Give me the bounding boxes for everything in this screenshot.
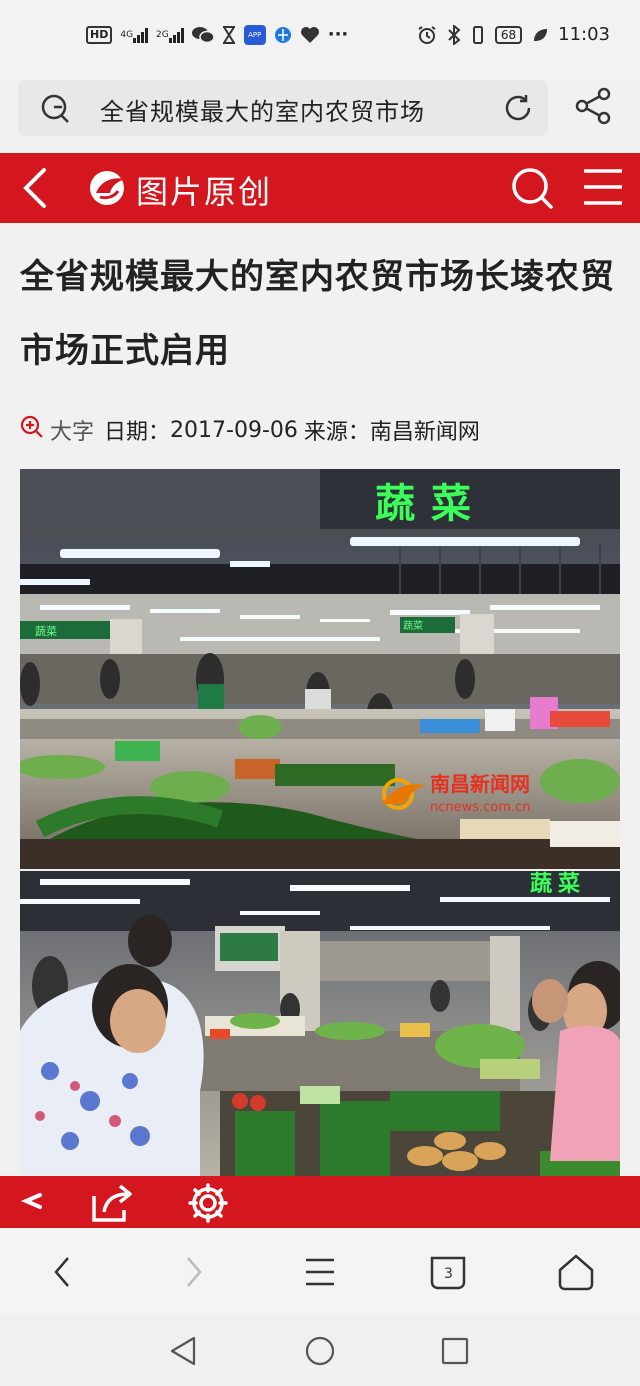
source-value: 南昌新闻网 <box>369 420 480 445</box>
vibrate-icon <box>471 25 485 45</box>
status-left-icons: HD 4G 2G APP ··· <box>86 24 348 45</box>
browser-icon <box>274 26 292 44</box>
back-arrow-icon[interactable] <box>18 167 52 213</box>
menu-icon[interactable] <box>582 167 624 211</box>
search-icon[interactable] <box>510 166 554 214</box>
heart-icon <box>300 26 320 44</box>
app-icon: APP <box>243 24 266 45</box>
signal-2g-icon: 2G <box>156 27 184 43</box>
svg-text:3: 3 <box>444 1266 453 1282</box>
hd-icon: HD <box>86 25 113 44</box>
font-size-toggle[interactable]: 大字 <box>50 414 94 446</box>
photo-watermark-en: ncnews.com.cn <box>430 800 530 815</box>
site-header: 图片原创 <box>0 153 640 223</box>
system-recents-icon[interactable] <box>440 1334 470 1372</box>
browser-nav-bar: 3 <box>0 1228 640 1314</box>
toolbar-settings-icon[interactable] <box>186 1182 230 1228</box>
article-photo-2[interactable]: 蔬菜 <box>20 871 620 1176</box>
system-home-icon[interactable] <box>304 1334 336 1372</box>
leaf-icon <box>532 27 548 43</box>
browser-menu-icon[interactable] <box>304 1252 336 1296</box>
alarm-icon <box>417 25 437 45</box>
reload-icon[interactable] <box>502 92 534 128</box>
photo1-sign-small: 蔬菜 <box>35 625 57 638</box>
header-title: 图片原创 <box>136 173 273 211</box>
browser-home-icon[interactable] <box>556 1252 596 1296</box>
browser-tabs-icon[interactable]: 3 <box>428 1252 468 1296</box>
address-bar[interactable]: 全省规模最大的室内农贸市场 <box>18 80 548 136</box>
status-bar: HD 4G 2G APP ··· 68 11:03 <box>0 0 640 78</box>
source-label: 来源： <box>303 420 370 445</box>
toolbar-share-icon[interactable] <box>90 1182 134 1228</box>
photo-watermark-cn: 南昌新闻网 <box>430 772 530 796</box>
photo1-sign: 蔬菜 <box>375 481 487 527</box>
browser-back-icon[interactable] <box>48 1252 78 1296</box>
system-back-icon[interactable] <box>168 1334 198 1372</box>
article-toolbar <box>0 1176 640 1228</box>
share-icon[interactable] <box>574 86 614 130</box>
date-label: 日期： <box>104 420 171 445</box>
clock: 11:03 <box>558 24 610 45</box>
brand-logo-icon <box>88 169 130 211</box>
photo2-sign: 蔬菜 <box>530 872 586 897</box>
battery-icon: 68 <box>494 25 523 44</box>
date-value: 2017-09-06 <box>170 417 298 443</box>
zoom-in-icon[interactable] <box>20 415 44 445</box>
status-right-icons: 68 11:03 <box>417 24 610 45</box>
browser-forward-icon[interactable] <box>178 1252 208 1296</box>
search-engine-icon[interactable] <box>40 92 74 128</box>
wechat-icon <box>191 26 214 44</box>
signal-4g-icon: 4G <box>120 27 149 43</box>
bluetooth-icon <box>447 24 461 45</box>
toolbar-back-icon[interactable] <box>20 1186 46 1220</box>
article-meta: 大字 日期： 2017-09-06 来源： 南昌新闻网 <box>20 414 480 446</box>
hourglass-icon <box>222 25 236 44</box>
article-photo-1[interactable]: 蔬菜 蔬菜 蔬菜 南昌新闻网 ncnews.com.cn <box>20 469 620 869</box>
article-title: 全省规模最大的室内农贸市场长堎农贸市场正式启用 <box>20 257 615 371</box>
system-nav-bar <box>0 1314 640 1386</box>
address-text[interactable]: 全省规模最大的室内农贸市场 <box>100 92 425 127</box>
more-icon: ··· <box>327 24 349 45</box>
photo2-sign-small: 蔬菜 <box>403 620 423 632</box>
